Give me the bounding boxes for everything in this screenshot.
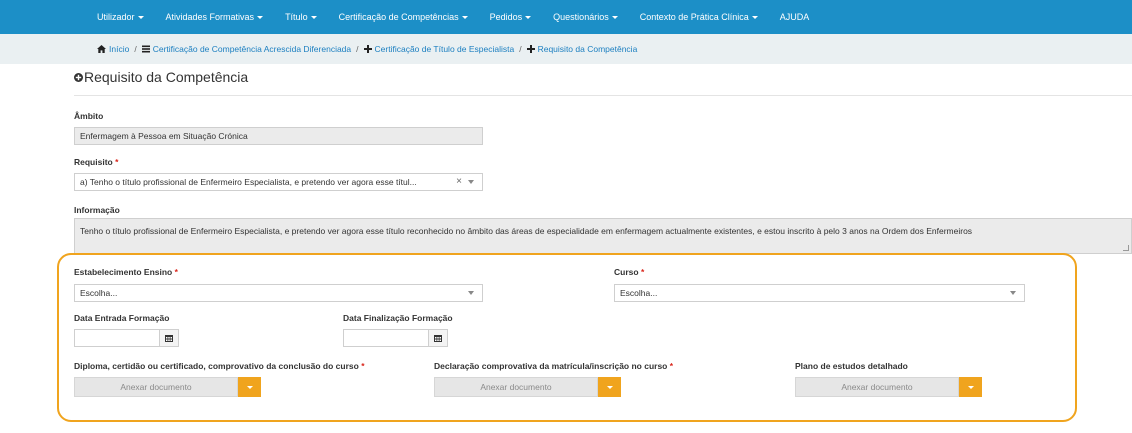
caret-down-icon [611, 16, 618, 20]
diploma-attach-dropdown[interactable] [238, 377, 261, 397]
chevron-down-icon [468, 180, 474, 184]
plus-circle-icon [74, 72, 83, 82]
title-divider [74, 95, 1132, 96]
clear-icon[interactable]: × [456, 176, 462, 187]
diploma-attach-button[interactable]: Anexar documento [74, 377, 238, 397]
required-mark: * [115, 157, 119, 167]
breadcrumb-separator: / [356, 44, 359, 54]
data-finalizacao-input[interactable] [343, 329, 429, 347]
caret-down-icon [461, 16, 468, 20]
caret-down-icon [310, 16, 317, 20]
estabelecimento-label: Estabelecimento Ensino * [74, 267, 178, 277]
caret-down-icon [525, 16, 532, 20]
home-icon [97, 45, 106, 53]
informacao-textarea: Tenho o título profissional de Enfermeir… [74, 218, 1132, 254]
diploma-attach: Anexar documento [74, 377, 261, 397]
caret-down-icon [257, 16, 264, 20]
top-navbar: Utilizador Atividades Formativas Título … [0, 0, 1132, 34]
data-entrada-label: Data Entrada Formação [74, 313, 170, 323]
page-title: Requisito da Competência [74, 69, 248, 85]
data-finalizacao-calendar-button[interactable] [429, 329, 448, 347]
breadcrumb-separator: / [519, 44, 522, 54]
breadcrumb: Início / Certificação de Competência Acr… [97, 34, 637, 64]
nav-menu: Utilizador Atividades Formativas Título … [97, 0, 831, 34]
breadcrumb-home[interactable]: Início [97, 44, 129, 54]
requisito-label: Requisito * [74, 157, 119, 167]
breadcrumb-bar: Início / Certificação de Competência Acr… [0, 34, 1132, 64]
plus-icon [363, 45, 372, 53]
nav-item-ajuda[interactable]: AJUDA [780, 12, 810, 22]
data-finalizacao-group [343, 329, 448, 347]
breadcrumb-item-competencia-acrescida[interactable]: Certificação de Competência Acrescida Di… [141, 44, 351, 54]
required-mark: * [669, 361, 674, 371]
data-entrada-input[interactable] [74, 329, 160, 347]
plano-label: Plano de estudos detalhado [795, 361, 908, 371]
ambito-label: Âmbito [74, 111, 104, 121]
nav-item-atividades-formativas[interactable]: Atividades Formativas [166, 12, 264, 22]
ambito-field: Enfermagem à Pessoa em Situação Crónica [74, 127, 483, 145]
data-finalizacao-label: Data Finalização Formação [343, 313, 453, 323]
required-mark: * [174, 267, 178, 277]
caret-down-icon [606, 385, 613, 389]
breadcrumb-item-titulo-especialista[interactable]: Certificação de Título de Especialista [363, 44, 514, 54]
declaracao-attach-button[interactable]: Anexar documento [434, 377, 598, 397]
resize-grip-icon[interactable] [1123, 245, 1129, 251]
calendar-icon [434, 335, 442, 342]
curso-label: Curso * [614, 267, 645, 277]
breadcrumb-separator: / [134, 44, 137, 54]
data-entrada-group [74, 329, 179, 347]
nav-item-pedidos[interactable]: Pedidos [490, 12, 532, 22]
estabelecimento-select[interactable]: Escolha... [74, 284, 483, 302]
declaracao-attach-dropdown[interactable] [598, 377, 621, 397]
plano-attach-button[interactable]: Anexar documento [795, 377, 959, 397]
caret-down-icon [137, 16, 144, 20]
nav-item-titulo[interactable]: Título [285, 12, 317, 22]
caret-down-icon [246, 385, 253, 389]
required-mark: * [640, 267, 645, 277]
plus-icon [526, 45, 535, 53]
chevron-down-icon [468, 291, 474, 295]
declaracao-label: Declaração comprovativa da matrícula/ins… [434, 361, 674, 371]
required-mark: * [361, 361, 365, 371]
caret-down-icon [967, 385, 974, 389]
nav-item-contexto-pratica-clinica[interactable]: Contexto de Prática Clínica [640, 12, 758, 22]
list-icon [141, 45, 150, 53]
plano-attach: Anexar documento [795, 377, 982, 397]
calendar-icon [165, 335, 173, 342]
plano-attach-dropdown[interactable] [959, 377, 982, 397]
nav-item-utilizador[interactable]: Utilizador [97, 12, 144, 22]
requisito-select[interactable]: a) Tenho o título profissional de Enferm… [74, 173, 483, 191]
nav-item-certificacao[interactable]: Certificação de Competências [339, 12, 468, 22]
breadcrumb-item-requisito[interactable]: Requisito da Competência [526, 44, 637, 54]
chevron-down-icon [1010, 291, 1016, 295]
declaracao-attach: Anexar documento [434, 377, 621, 397]
data-entrada-calendar-button[interactable] [160, 329, 179, 347]
curso-select[interactable]: Escolha... [614, 284, 1025, 302]
caret-down-icon [751, 16, 758, 20]
informacao-label: Informação [74, 205, 120, 215]
diploma-label: Diploma, certidão ou certificado, compro… [74, 361, 365, 371]
nav-item-questionarios[interactable]: Questionários [553, 12, 618, 22]
